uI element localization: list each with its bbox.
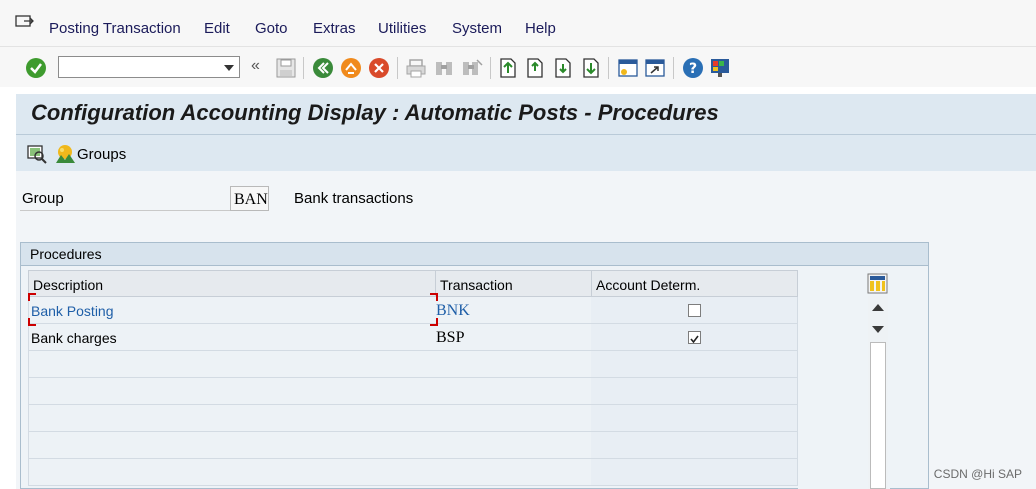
description-cell[interactable] xyxy=(28,459,436,486)
column-header-label: Description xyxy=(33,277,104,293)
checkmark-icon xyxy=(690,335,699,344)
transaction-value[interactable]: BSP xyxy=(436,329,464,347)
save-icon[interactable] xyxy=(275,57,297,79)
toolbar-separator xyxy=(303,57,304,79)
column-header-label: Account Determ. xyxy=(596,277,701,293)
description-cell[interactable] xyxy=(28,405,436,432)
exit-icon[interactable] xyxy=(340,57,362,79)
menu-extras[interactable]: Extras xyxy=(313,20,356,37)
group-label: Group xyxy=(22,190,64,207)
column-header-label: Transaction xyxy=(440,277,513,293)
collapse-command-icon[interactable]: « xyxy=(251,57,260,75)
column-header-transaction[interactable]: Transaction xyxy=(435,270,592,297)
previous-page-icon[interactable] xyxy=(524,57,546,79)
menu-utilities[interactable]: Utilities xyxy=(378,20,426,37)
scroll-up-icon[interactable] xyxy=(872,304,884,311)
last-page-icon[interactable] xyxy=(580,57,602,79)
checkbox-unchecked[interactable] xyxy=(688,304,701,317)
groups-icon xyxy=(56,145,75,163)
command-field[interactable] xyxy=(58,56,240,78)
system-menu-icon[interactable] xyxy=(15,15,35,31)
toolbar-separator xyxy=(673,57,674,79)
focus-corner xyxy=(28,293,36,301)
toolbar-separator xyxy=(608,57,609,79)
display-change-icon[interactable] xyxy=(26,143,48,165)
scrollbar-track[interactable] xyxy=(870,342,886,489)
find-icon[interactable] xyxy=(433,57,455,79)
description-cell[interactable] xyxy=(28,351,436,378)
group-label-underline xyxy=(20,210,232,211)
transaction-value[interactable]: BNK xyxy=(436,302,470,320)
column-header-account-determ[interactable]: Account Determ. xyxy=(591,270,798,297)
find-next-icon[interactable] xyxy=(461,57,483,79)
menu-edit[interactable]: Edit xyxy=(204,20,230,37)
title-bar: Configuration Accounting Display : Autom… xyxy=(16,94,1036,135)
transaction-cell[interactable] xyxy=(435,378,592,405)
print-icon[interactable] xyxy=(405,57,427,79)
shortcut-icon[interactable] xyxy=(644,57,666,79)
account-determ-cell[interactable] xyxy=(591,459,798,486)
menu-help[interactable]: Help xyxy=(525,20,556,37)
transaction-cell[interactable] xyxy=(435,351,592,378)
transaction-cell[interactable] xyxy=(435,459,592,486)
application-toolbar xyxy=(16,135,1036,171)
procedures-panel-title: Procedures xyxy=(20,242,929,266)
transaction-cell[interactable] xyxy=(435,432,592,459)
transaction-cell[interactable] xyxy=(435,405,592,432)
toolbar-separator xyxy=(397,57,398,79)
menu-system[interactable]: System xyxy=(452,20,502,37)
watermark: CSDN @Hi SAP xyxy=(933,467,1022,481)
scroll-down-icon[interactable] xyxy=(872,326,884,333)
description-value[interactable]: Bank charges xyxy=(31,330,117,346)
focus-corner xyxy=(430,293,438,301)
account-determ-cell[interactable] xyxy=(591,378,798,405)
cancel-icon[interactable] xyxy=(368,57,390,79)
account-determ-cell[interactable] xyxy=(591,351,798,378)
menu-goto[interactable]: Goto xyxy=(255,20,288,37)
group-description: Bank transactions xyxy=(294,190,414,207)
enter-icon[interactable] xyxy=(25,57,47,79)
next-page-icon[interactable] xyxy=(552,57,574,79)
toolbar-separator xyxy=(490,57,491,79)
groups-button[interactable]: Groups xyxy=(54,143,126,165)
page-title: Configuration Accounting Display : Autom… xyxy=(31,100,719,125)
groups-button-label: Groups xyxy=(77,145,127,163)
focus-corner xyxy=(430,318,438,326)
menu-bar: Posting Transaction Edit Goto Extras Uti… xyxy=(0,0,1036,47)
procedures-title: Procedures xyxy=(30,246,102,262)
account-determ-cell[interactable] xyxy=(591,405,798,432)
column-header-description[interactable]: Description xyxy=(28,270,436,297)
back-icon[interactable] xyxy=(312,57,334,79)
customize-layout-icon[interactable] xyxy=(709,57,731,79)
svg-text:?: ? xyxy=(689,61,697,77)
description-value[interactable]: Bank Posting xyxy=(31,303,114,319)
menu-posting-transaction[interactable]: Posting Transaction xyxy=(49,20,181,37)
standard-toolbar: « ? xyxy=(0,47,1036,87)
column-settings-icon[interactable] xyxy=(867,273,888,294)
focus-corner xyxy=(28,318,36,326)
description-cell[interactable] xyxy=(28,378,436,405)
account-determ-cell[interactable] xyxy=(591,432,798,459)
new-session-icon[interactable] xyxy=(617,57,639,79)
chevron-down-icon[interactable] xyxy=(224,65,234,71)
group-field[interactable]: BAN xyxy=(230,186,269,211)
help-icon[interactable]: ? xyxy=(682,57,704,79)
description-cell[interactable] xyxy=(28,432,436,459)
checkbox-checked[interactable] xyxy=(688,331,701,344)
first-page-icon[interactable] xyxy=(497,57,519,79)
